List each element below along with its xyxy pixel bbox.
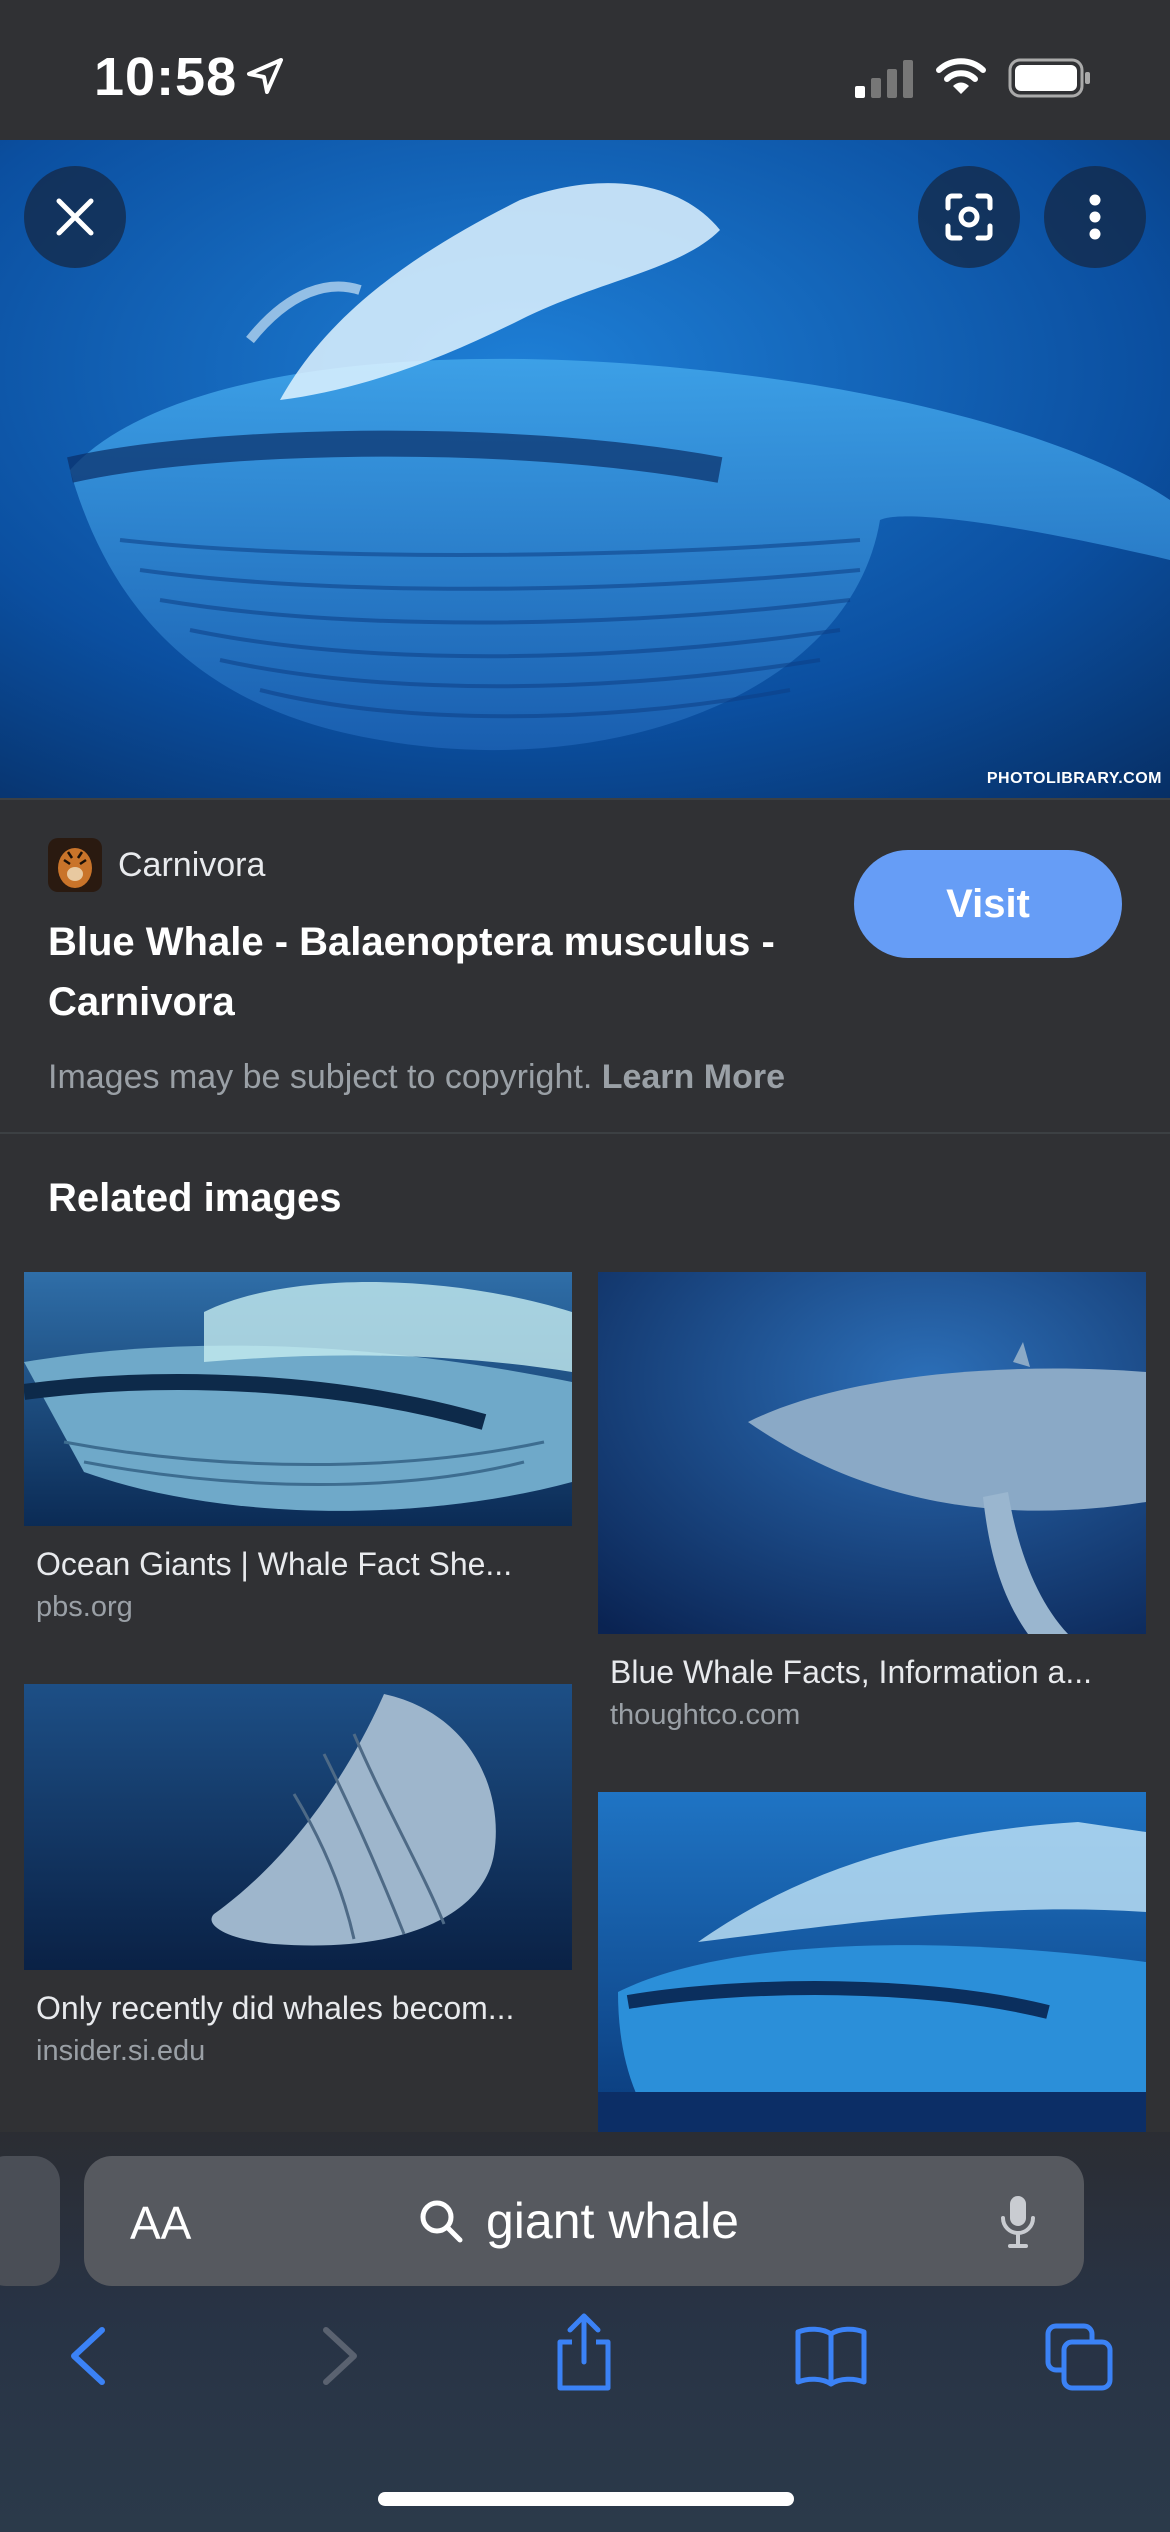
visit-button[interactable]: Visit bbox=[854, 850, 1122, 958]
text-size-label: AA bbox=[130, 2197, 192, 2249]
related-thumbnail bbox=[24, 1684, 572, 1970]
copyright-notice: Images may be subject to copyright. Lear… bbox=[48, 1058, 785, 1097]
home-indicator[interactable] bbox=[378, 2492, 794, 2506]
microphone-icon[interactable] bbox=[998, 2194, 1038, 2250]
related-image-card[interactable]: Only recently did whales becom... inside… bbox=[24, 1684, 572, 2068]
close-button[interactable] bbox=[24, 166, 126, 268]
related-thumbnail bbox=[598, 1272, 1146, 1634]
browser-bottom-bar: AA giant whale bbox=[0, 2132, 1170, 2532]
cellular-signal-icon bbox=[855, 60, 913, 98]
hero-image[interactable]: PHOTOLIBRARY.COM bbox=[0, 140, 1170, 798]
related-site: pbs.org bbox=[36, 1591, 133, 1623]
result-title[interactable]: Blue Whale - Balaenoptera musculus - Car… bbox=[48, 912, 838, 1032]
learn-more-link[interactable]: Learn More bbox=[602, 1058, 785, 1096]
related-site: thoughtco.com bbox=[610, 1699, 801, 1731]
wifi-icon bbox=[936, 58, 986, 94]
search-query-field[interactable]: giant whale bbox=[486, 2192, 739, 2250]
more-vert-icon bbox=[1089, 194, 1101, 240]
image-watermark: PHOTOLIBRARY.COM bbox=[986, 770, 1162, 787]
forward-icon[interactable] bbox=[318, 2324, 362, 2388]
status-time: 10:58 bbox=[94, 47, 238, 107]
related-thumbnail bbox=[24, 1272, 572, 1526]
related-thumbnail bbox=[598, 1792, 1146, 2132]
related-image-card[interactable]: Ocean Giants | Whale Fact She... pbs.org bbox=[24, 1272, 572, 1624]
google-images-viewer: 10:58 PHOTOLIBRARY.COM Carnivora Blue Wh… bbox=[0, 0, 1170, 2532]
location-arrow-icon bbox=[247, 58, 283, 94]
image-info-panel: Carnivora Blue Whale - Balaenoptera musc… bbox=[0, 798, 1170, 1132]
related-images-heading: Related images bbox=[48, 1176, 342, 1220]
status-bar: 10:58 bbox=[0, 0, 1170, 140]
related-image-card[interactable] bbox=[598, 1792, 1146, 2160]
source-row[interactable]: Carnivora bbox=[48, 838, 265, 892]
related-caption: Blue Whale Facts, Information a... bbox=[610, 1654, 1092, 1690]
copyright-text: Images may be subject to copyright. bbox=[48, 1058, 593, 1096]
bookmarks-icon[interactable] bbox=[794, 2324, 868, 2388]
source-favicon bbox=[48, 838, 102, 892]
related-caption: Only recently did whales becom... bbox=[36, 1990, 515, 2026]
related-image-card[interactable]: Blue Whale Facts, Information a... thoug… bbox=[598, 1272, 1146, 1732]
battery-icon bbox=[1008, 58, 1090, 98]
tabs-icon[interactable] bbox=[1044, 2322, 1114, 2392]
google-lens-button[interactable] bbox=[918, 166, 1020, 268]
address-bar[interactable]: AA giant whale bbox=[84, 2156, 1084, 2286]
source-name: Carnivora bbox=[118, 845, 266, 884]
google-lens-icon bbox=[945, 193, 993, 241]
share-icon[interactable] bbox=[552, 2312, 616, 2392]
previous-tab-peek[interactable] bbox=[0, 2156, 60, 2286]
related-site: insider.si.edu bbox=[36, 2035, 206, 2067]
section-divider bbox=[0, 1132, 1170, 1134]
text-size-button[interactable]: AA bbox=[130, 2196, 191, 2250]
close-icon bbox=[56, 198, 94, 236]
back-icon[interactable] bbox=[66, 2324, 110, 2388]
more-options-button[interactable] bbox=[1044, 166, 1146, 268]
related-caption: Ocean Giants | Whale Fact She... bbox=[36, 1546, 513, 1582]
search-icon bbox=[420, 2200, 463, 2243]
